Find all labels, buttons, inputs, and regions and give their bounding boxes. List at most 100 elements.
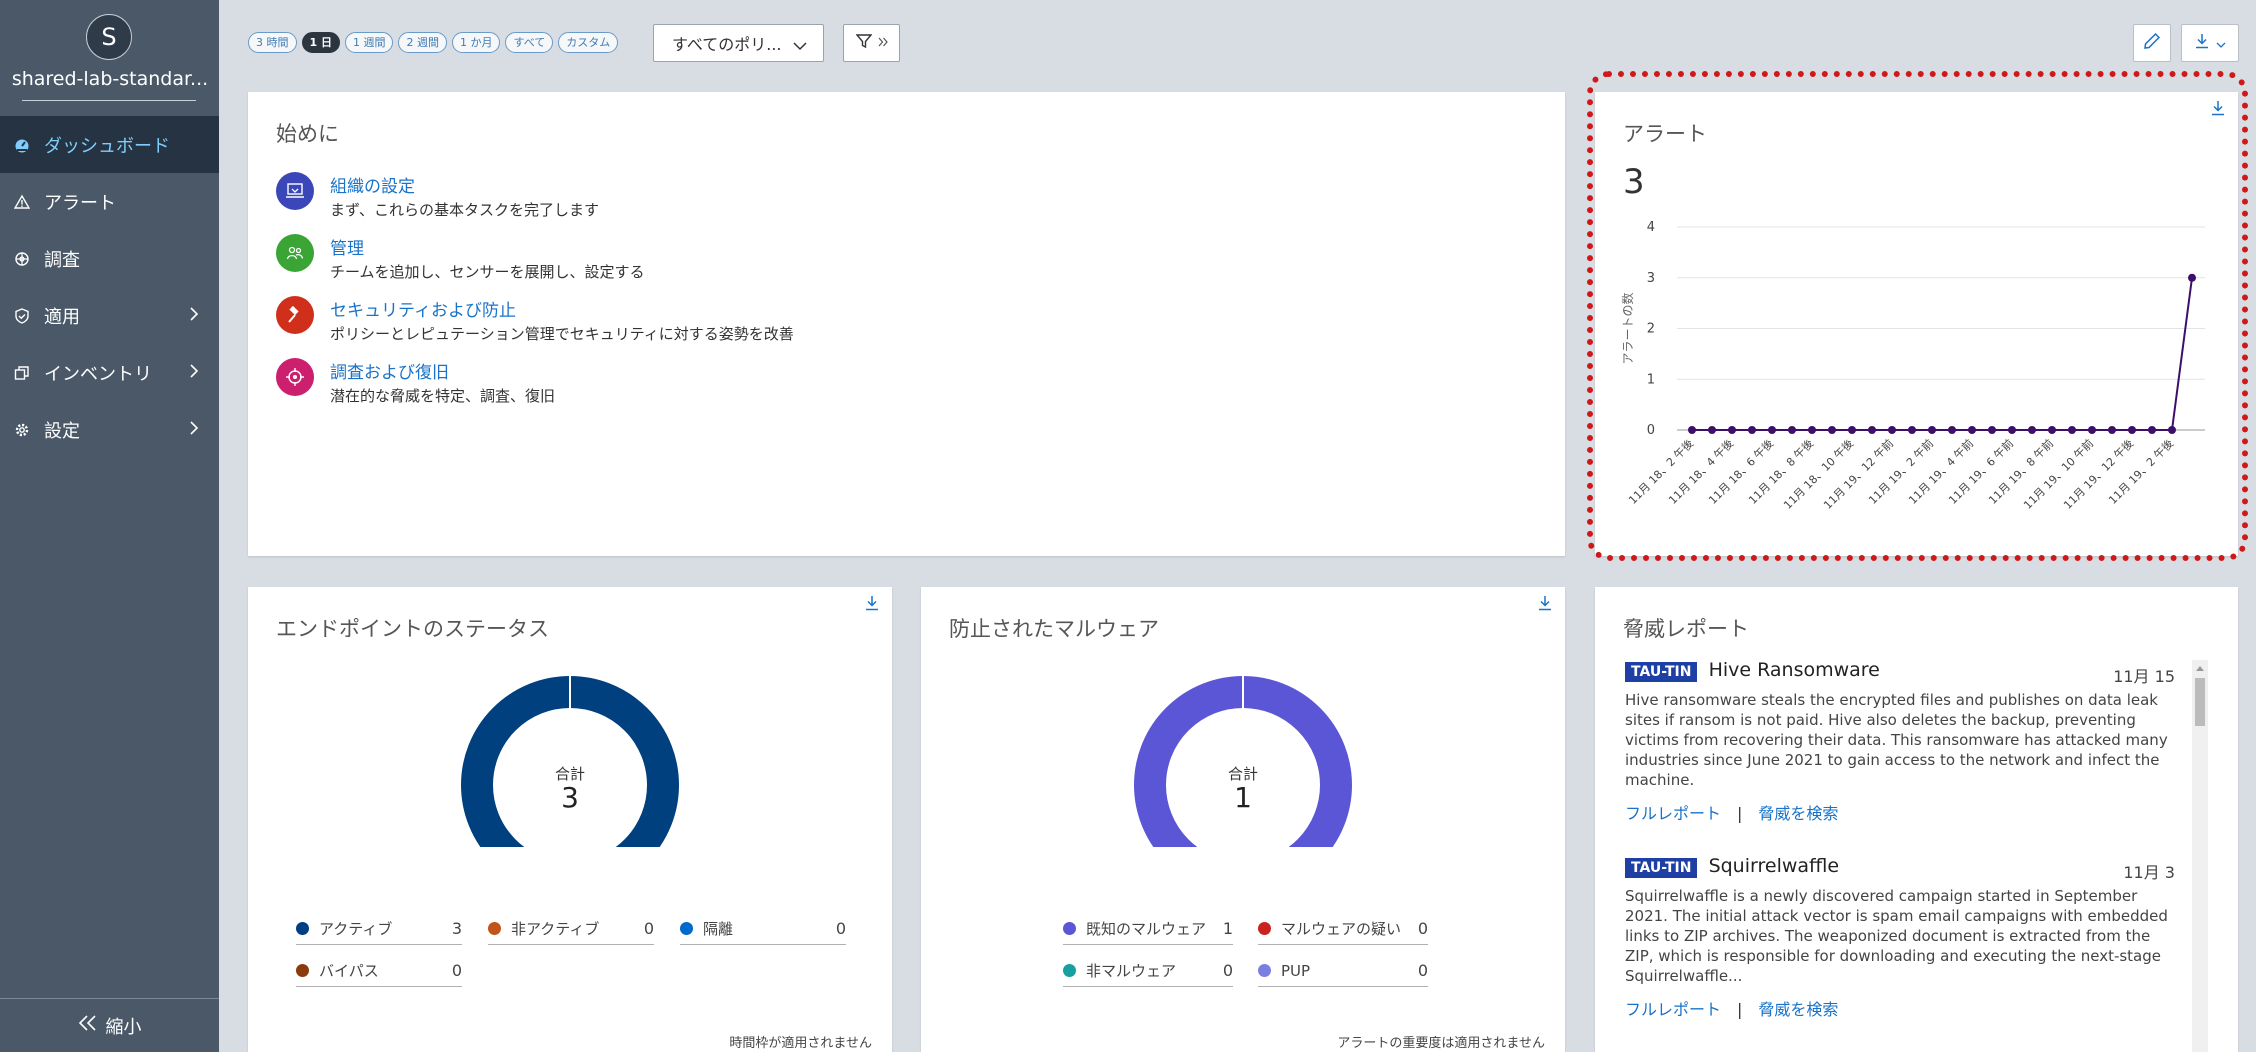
sidebar-item-label: インベントリ xyxy=(44,363,152,385)
team-icon xyxy=(276,234,314,272)
org-name[interactable]: shared-lab-standar... xyxy=(10,68,210,90)
search-threat-link[interactable]: 脅威を検索 xyxy=(1758,804,1838,823)
sidebar-item-label: 調査 xyxy=(44,249,80,271)
report-date: 11月 15 xyxy=(2113,667,2175,686)
time-range-pill[interactable]: 1 週間 xyxy=(344,32,394,53)
data-point xyxy=(2168,426,2176,434)
data-point xyxy=(1908,426,1916,434)
threat-report-item: TAU-TIN Squirrelwaffle 11月 3 Squirrelwaf… xyxy=(1625,855,2175,1020)
data-point xyxy=(1968,426,1976,434)
time-range-pill[interactable]: カスタム xyxy=(558,32,619,53)
filter-button[interactable] xyxy=(843,24,900,62)
download-menu-button[interactable] xyxy=(2181,24,2239,62)
donut-center: 合計 3 xyxy=(520,763,620,812)
full-report-link[interactable]: フルレポート xyxy=(1625,1000,1721,1019)
data-point xyxy=(2128,426,2136,434)
sidebar: S shared-lab-standar... ダッシュボード アラート 調査 … xyxy=(0,0,219,1052)
legend-item[interactable]: 隔離 0 xyxy=(680,913,846,945)
data-point xyxy=(1928,426,1936,434)
sidebar-item-investigate[interactable]: 調査 xyxy=(0,230,219,287)
x-tick-label: 11月 19、12 午前 xyxy=(1820,436,1896,512)
legend-label: アクティブ xyxy=(319,920,393,938)
sidebar-item-label: 設定 xyxy=(44,420,80,442)
data-point xyxy=(1988,426,1996,434)
scrollbar[interactable] xyxy=(2192,660,2208,1052)
time-range-pill[interactable]: 2 週間 xyxy=(398,32,447,53)
endpoint-status-card: エンドポイントのステータス 合計 3 アクティブ 3 非アクティブ 0 隔離 0… xyxy=(248,587,892,1052)
data-point xyxy=(1808,426,1816,434)
data-point xyxy=(2148,426,2156,434)
legend-dot xyxy=(1258,964,1271,977)
legend-item[interactable]: バイパス 0 xyxy=(296,955,462,987)
sidebar-item-settings[interactable]: 設定 xyxy=(0,401,219,458)
legend-value: 0 xyxy=(1222,961,1233,980)
investigate-remediate-link[interactable]: 調査および復旧 xyxy=(330,358,555,383)
data-point xyxy=(1688,426,1696,434)
legend-dot xyxy=(296,922,309,935)
chevron-right-icon xyxy=(189,305,199,326)
time-range-pill[interactable]: 1 か月 xyxy=(451,32,501,53)
footnote: アラートの重要度は適用されません xyxy=(1337,1036,1545,1051)
legend-label: PUP xyxy=(1281,961,1311,980)
target-icon xyxy=(276,358,314,396)
investigate-icon xyxy=(14,251,44,267)
sidebar-item-label: ダッシュボード xyxy=(44,135,170,157)
data-point xyxy=(2088,426,2096,434)
sidebar-item-dashboard[interactable]: ダッシュボード xyxy=(0,116,219,173)
legend-item[interactable]: 非アクティブ 0 xyxy=(488,913,654,945)
y-tick-label: 4 xyxy=(1647,220,1655,235)
data-point xyxy=(1828,426,1836,434)
gear-icon xyxy=(14,422,44,438)
avatar[interactable]: S xyxy=(86,14,132,60)
legend-item[interactable]: マルウェアの疑い 0 xyxy=(1258,913,1428,945)
legend-dot xyxy=(488,922,501,935)
report-links: フルレポート | 脅威を検索 xyxy=(1625,800,2175,824)
sidebar-item-alerts[interactable]: アラート xyxy=(0,173,219,230)
legend-item[interactable]: 既知のマルウェア 1 xyxy=(1063,913,1233,945)
time-range-pill[interactable]: 1 日 xyxy=(301,32,340,53)
legend-item[interactable]: PUP 0 xyxy=(1258,955,1428,987)
data-point xyxy=(1728,426,1736,434)
time-range-pill[interactable]: すべて xyxy=(505,32,554,53)
data-point xyxy=(1708,426,1716,434)
report-name[interactable]: Hive Ransomware xyxy=(1709,659,1880,681)
report-name[interactable]: Squirrelwaffle xyxy=(1709,855,1840,877)
collapse-button[interactable]: 縮小 xyxy=(0,998,219,1052)
security-prevention-link[interactable]: セキュリティおよび防止 xyxy=(330,296,794,321)
link-separator: | xyxy=(1737,804,1743,823)
double-chevron-left-icon xyxy=(78,1015,98,1036)
data-point xyxy=(2108,426,2116,434)
legend-item[interactable]: アクティブ 3 xyxy=(296,913,462,945)
alerts-line-chart: 01234アラートの数11月 18、2 午後11月 18、4 午後11月 18、… xyxy=(1620,220,2205,512)
report-links: フルレポート | 脅威を検索 xyxy=(1625,996,2175,1020)
time-range-pill[interactable]: 3 時間 xyxy=(248,32,297,53)
filter-icon xyxy=(854,33,873,53)
legend-item[interactable]: 非マルウェア 0 xyxy=(1063,955,1233,987)
search-threat-link[interactable]: 脅威を検索 xyxy=(1758,1000,1838,1019)
y-tick-label: 0 xyxy=(1647,423,1655,438)
scroll-up-icon xyxy=(2196,666,2204,671)
org-setup-icon xyxy=(276,172,314,210)
threat-report-item: TAU-TIN Hive Ransomware 11月 15 Hive rans… xyxy=(1625,659,2175,824)
data-point xyxy=(2068,426,2076,434)
download-icon xyxy=(2194,33,2210,53)
nav-menu: ダッシュボード アラート 調査 適用 インベントリ 設定 xyxy=(0,116,219,458)
getting-started-item: 管理 チームを追加し、センサーを展開し、設定する xyxy=(276,234,645,282)
card-title: 脅威レポート xyxy=(1623,617,1749,641)
x-tick-label: 11月 18、10 午後 xyxy=(1780,436,1856,512)
y-tick-label: 2 xyxy=(1647,322,1655,337)
manage-link[interactable]: 管理 xyxy=(330,234,645,259)
x-tick-label: 11月 19、10 午前 xyxy=(2020,436,2096,512)
prevented-malware-card: 防止されたマルウェア 合計 1 既知のマルウェア 1 マルウェアの疑い 0 非マ… xyxy=(921,587,1565,1052)
full-report-link[interactable]: フルレポート xyxy=(1625,804,1721,823)
y-tick-label: 1 xyxy=(1647,372,1655,387)
data-point xyxy=(1788,426,1796,434)
sidebar-item-inventory[interactable]: インベントリ xyxy=(0,344,219,401)
threat-report-card: 脅威レポート TAU-TIN Hive Ransomware 11月 15 Hi… xyxy=(1595,587,2238,1052)
edit-dashboard-button[interactable] xyxy=(2133,24,2171,62)
sidebar-item-enforce[interactable]: 適用 xyxy=(0,287,219,344)
scrollbar-thumb[interactable] xyxy=(2195,678,2205,726)
legend-value: 0 xyxy=(1417,961,1428,980)
policy-select[interactable]: すべてのポリ... xyxy=(653,24,824,62)
org-setup-link[interactable]: 組織の設定 xyxy=(330,172,599,197)
